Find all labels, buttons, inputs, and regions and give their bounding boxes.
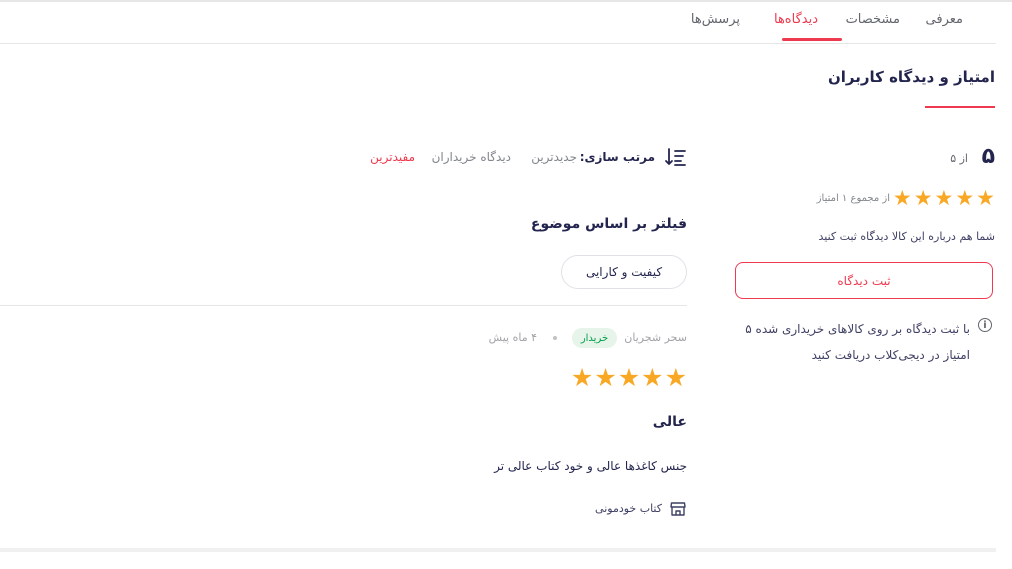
bottom-divider: [0, 548, 996, 552]
average-stars: ★ ★ ★ ★ ★: [893, 188, 995, 209]
star-icon: ★: [892, 186, 912, 210]
active-tab-indicator: [782, 38, 842, 41]
star-icon: ★: [955, 186, 975, 210]
review-date: ۴ ماه پیش: [488, 331, 537, 344]
star-icon: ★: [641, 363, 664, 392]
star-icon: ★: [976, 186, 995, 210]
review-stars: ★ ★ ★ ★ ★: [571, 365, 687, 390]
sort-option-buyers[interactable]: دیدگاه خریداران: [432, 150, 511, 164]
review-prompt: شما هم درباره این کالا دیدگاه ثبت کنید: [818, 230, 996, 243]
seller-name[interactable]: کتاب خودمونی: [595, 502, 662, 515]
star-icon: ★: [594, 363, 617, 392]
buyer-badge: خریدار: [572, 328, 617, 348]
sort-option-most-helpful[interactable]: مفیدترین: [370, 150, 415, 164]
tab-questions[interactable]: پرسش‌ها: [691, 12, 740, 27]
sort-icon[interactable]: [664, 146, 686, 168]
sort-option-newest[interactable]: جدیدترین: [531, 150, 577, 164]
club-points-info: با ثبت دیدگاه بر روی کالاهای خریداری شده…: [745, 322, 970, 362]
star-icon: ★: [570, 363, 594, 392]
filter-chip-quality[interactable]: کیفیت و کارایی: [561, 255, 687, 289]
star-icon: ★: [913, 186, 933, 210]
average-score: ۵: [981, 144, 995, 169]
section-title: امتیاز و دیدگاه کاربران: [827, 68, 995, 86]
tab-reviews[interactable]: دیدگاه‌ها: [774, 12, 818, 27]
section-title-underline: [925, 106, 995, 108]
divider: [0, 305, 687, 306]
separator-dot: [553, 336, 557, 340]
shop-icon: [670, 502, 686, 516]
tab-specs[interactable]: مشخصات: [846, 12, 900, 27]
score-out-of: از ۵: [950, 152, 968, 165]
submit-review-button[interactable]: ثبت دیدگاه: [735, 262, 993, 299]
review-author: سحر شجریان: [624, 331, 687, 344]
review-body: جنس کاغذها عالی و خود کتاب عالی تر: [494, 459, 687, 473]
sort-label: مرتب سازی:: [579, 150, 655, 164]
info-icon: i: [978, 318, 992, 332]
filter-title: فیلتر بر اساس موضوع: [530, 216, 687, 232]
tab-intro[interactable]: معرفی: [926, 12, 963, 27]
star-icon: ★: [617, 363, 641, 392]
rating-count: از مجموع ۱ امتیاز: [816, 193, 890, 204]
product-tabs: معرفی مشخصات دیدگاه‌ها پرسش‌ها: [0, 0, 996, 44]
star-icon: ★: [934, 186, 954, 210]
star-icon: ★: [664, 363, 687, 392]
review-title: عالی: [652, 414, 687, 430]
